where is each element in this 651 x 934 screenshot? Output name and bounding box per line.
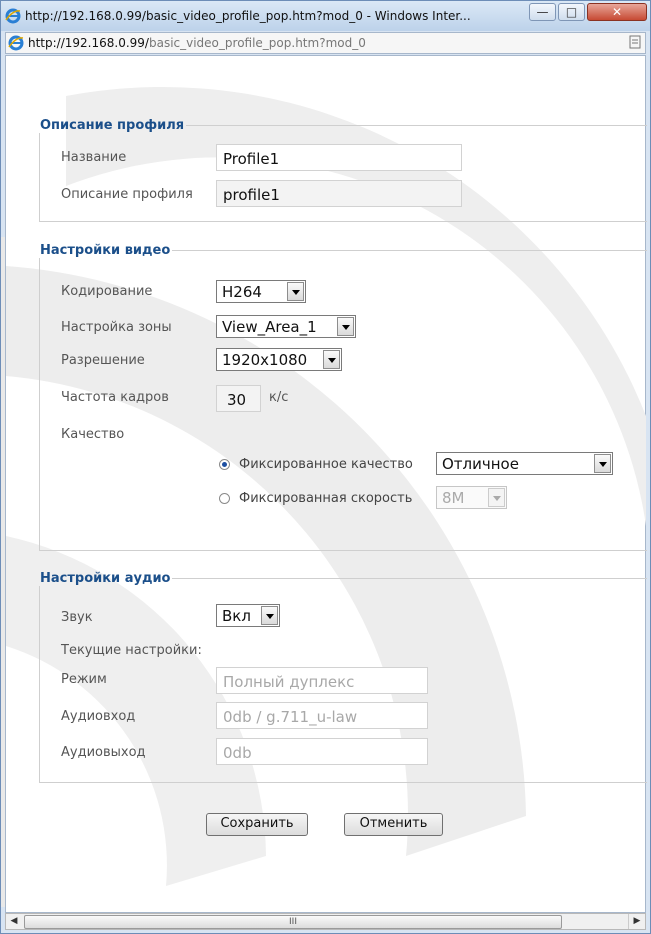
codec-label: Кодирование	[61, 284, 153, 299]
url-path: basic_video_profile_pop.htm?mod_0	[148, 36, 366, 50]
description-label: Описание профиля	[61, 187, 193, 202]
name-label: Название	[61, 150, 127, 165]
maximize-icon: □	[565, 5, 578, 19]
scroll-left-icon[interactable]: ◀	[6, 914, 22, 929]
page-content: Описание профиля Название Profile1 Описа…	[5, 55, 647, 913]
close-icon: ✕	[611, 5, 623, 19]
codec-value: H264	[222, 283, 262, 301]
sound-select[interactable]: Вкл	[216, 604, 280, 627]
scroll-right-icon[interactable]: ▶	[628, 914, 645, 929]
chevron-down-icon	[261, 606, 278, 625]
chevron-down-icon	[488, 488, 505, 507]
horizontal-scrollbar[interactable]: ◀ III ▶	[5, 913, 646, 930]
zone-select[interactable]: View_Area_1	[216, 315, 356, 338]
audio-out-label: Аудиовыход	[61, 745, 146, 760]
window-title: http://192.168.0.99/basic_video_profile_…	[25, 9, 471, 23]
profile-legend: Описание профиля	[40, 118, 185, 133]
description-input[interactable]: profile1	[216, 180, 462, 207]
audio-legend: Настройки аудио	[40, 571, 171, 586]
codec-select[interactable]: H264	[216, 280, 306, 303]
fixed-quality-radio[interactable]	[219, 459, 230, 470]
title-bar[interactable]: http://192.168.0.99/basic_video_profile_…	[1, 1, 650, 31]
mode-input[interactable]: Полный дуплекс	[216, 667, 428, 694]
url-host: http://192.168.0.99/	[28, 36, 149, 50]
current-settings-label: Текущие настройки:	[61, 643, 202, 658]
maximize-button[interactable]: □	[558, 3, 585, 21]
chevron-down-icon	[337, 317, 354, 336]
audio-in-input[interactable]: 0db / g.711_u-law	[216, 702, 428, 729]
resolution-label: Разрешение	[61, 353, 145, 368]
fixed-bitrate-select[interactable]: 8M	[436, 486, 507, 509]
fps-input[interactable]: 30	[216, 385, 261, 412]
cancel-button[interactable]: Отменить	[344, 813, 443, 836]
browser-window: http://192.168.0.99/basic_video_profile_…	[0, 0, 651, 934]
sound-value: Вкл	[222, 607, 251, 625]
chevron-down-icon	[287, 282, 304, 301]
minimize-icon: —	[536, 5, 549, 19]
name-input[interactable]: Profile1	[216, 144, 462, 171]
fixed-quality-label: Фиксированное качество	[239, 457, 413, 472]
left-border-strip	[1, 237, 5, 907]
fixed-bitrate-radio[interactable]	[219, 493, 230, 504]
fps-label: Частота кадров	[61, 390, 169, 405]
chevron-down-icon	[594, 454, 611, 473]
compatibility-icon[interactable]	[629, 35, 641, 49]
save-button[interactable]: Сохранить	[206, 813, 308, 836]
fixed-bitrate-label: Фиксированная скорость	[239, 491, 413, 506]
resolution-select[interactable]: 1920x1080	[216, 348, 342, 371]
fps-unit: к/с	[269, 390, 289, 405]
ie-icon	[5, 8, 21, 24]
scroll-thumb[interactable]: III	[24, 915, 562, 929]
fixed-bitrate-value: 8M	[442, 489, 465, 507]
zone-value: View_Area_1	[222, 318, 317, 336]
resolution-value: 1920x1080	[222, 351, 308, 369]
ie-page-icon	[8, 35, 24, 51]
sound-label: Звук	[61, 610, 93, 625]
zone-label: Настройка зоны	[61, 320, 172, 335]
audio-in-label: Аудиовход	[61, 709, 136, 724]
chevron-down-icon	[323, 350, 340, 369]
address-bar[interactable]: http://192.168.0.99/basic_video_profile_…	[5, 32, 646, 54]
fixed-quality-select[interactable]: Отличное	[436, 452, 613, 475]
address-url: http://192.168.0.99/basic_video_profile_…	[28, 36, 366, 50]
fixed-quality-value: Отличное	[442, 455, 519, 473]
audio-out-input[interactable]: 0db	[216, 738, 428, 765]
quality-label: Качество	[61, 427, 125, 442]
mode-label: Режим	[61, 672, 107, 687]
close-button[interactable]: ✕	[587, 3, 647, 21]
video-legend: Настройки видео	[40, 243, 171, 258]
minimize-button[interactable]: —	[529, 3, 556, 21]
